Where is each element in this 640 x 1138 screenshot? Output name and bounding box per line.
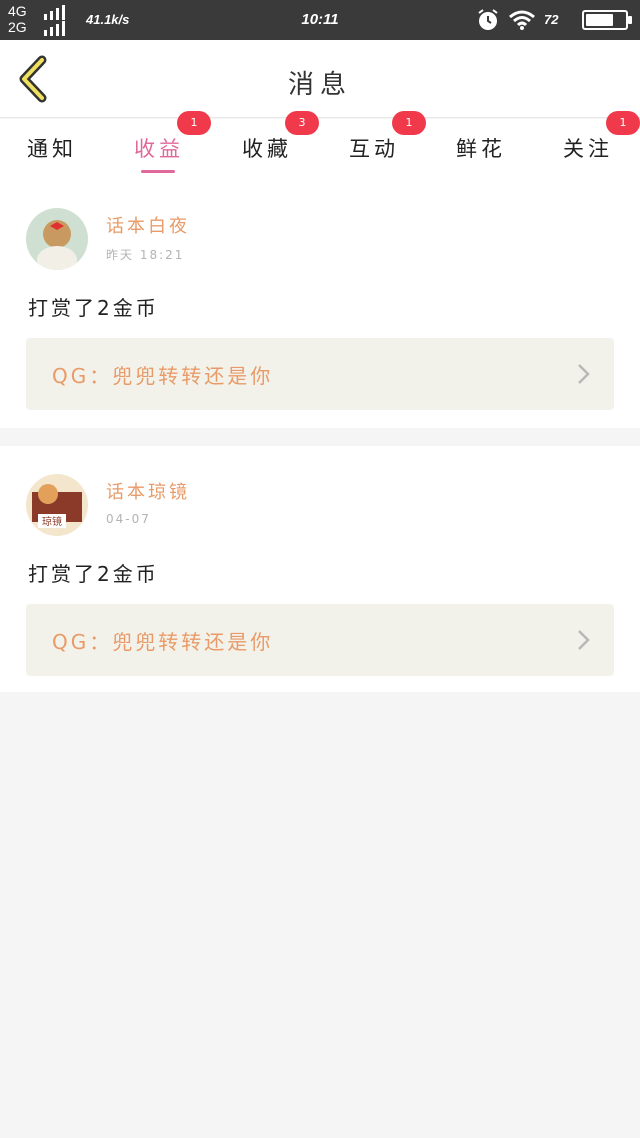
page-title: 消息 <box>287 70 352 100</box>
battery-fill <box>586 14 614 26</box>
chevron-right-icon <box>578 364 590 384</box>
tab-notice[interactable]: 通知 <box>12 119 92 180</box>
active-tab-indicator <box>141 170 175 173</box>
tab-label: 收益 <box>134 137 184 161</box>
chevron-right-icon <box>578 630 590 650</box>
header: 消息 <box>0 40 640 118</box>
wifi-icon <box>509 10 535 30</box>
tab-interaction[interactable]: 互动 1 <box>334 111 426 180</box>
tab-label: 互动 <box>349 137 399 161</box>
tab-earnings[interactable]: 收益 1 <box>119 111 211 180</box>
sender-name[interactable]: 话本琼镜 <box>106 478 190 504</box>
tab-follow[interactable]: 关注 1 <box>548 111 640 180</box>
quoted-work[interactable]: QG：兜兜转转还是你 <box>26 604 614 676</box>
unread-badge: 1 <box>177 111 211 135</box>
unread-badge: 1 <box>392 111 426 135</box>
tab-label: 关注 <box>563 137 613 161</box>
tab-label: 收藏 <box>242 137 292 161</box>
tab-bar: 通知 收益 1 收藏 3 互动 1 鲜花 关注 1 <box>0 111 640 180</box>
message-card: 话本白夜 昨天 18:21 打赏了2金币 QG：兜兜转转还是你 <box>0 180 640 428</box>
message-card: 琼镜 话本琼镜 04-07 打赏了2金币 QG：兜兜转转还是你 <box>0 446 640 692</box>
status-bar: 4G 2G 41.1k/s 10:11 72 <box>0 0 640 40</box>
quoted-title: QG：兜兜转转还是你 <box>52 630 274 654</box>
message-time: 04-07 <box>106 512 151 526</box>
quoted-title: QG：兜兜转转还是你 <box>52 364 274 388</box>
tab-flowers[interactable]: 鲜花 <box>441 119 521 180</box>
tab-label: 鲜花 <box>456 137 506 161</box>
alarm-icon <box>478 9 498 30</box>
battery-icon <box>582 10 632 30</box>
message-action: 打赏了2金币 <box>28 296 159 320</box>
svg-text:琼镜: 琼镜 <box>42 515 62 528</box>
sender-name[interactable]: 话本白夜 <box>106 212 190 238</box>
message-action: 打赏了2金币 <box>28 562 159 586</box>
unread-badge: 1 <box>606 111 640 135</box>
tab-favorites[interactable]: 收藏 3 <box>227 111 319 180</box>
tab-label: 通知 <box>27 137 77 161</box>
avatar[interactable] <box>26 208 88 270</box>
unread-badge: 3 <box>285 111 319 135</box>
quoted-work[interactable]: QG：兜兜转转还是你 <box>26 338 614 410</box>
avatar[interactable]: 琼镜 <box>26 474 88 536</box>
message-time: 昨天 18:21 <box>106 248 185 262</box>
battery-percent: 72 <box>544 12 559 27</box>
